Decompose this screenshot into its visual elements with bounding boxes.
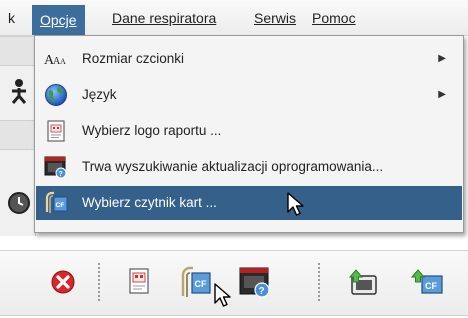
svg-text:?: ?	[59, 171, 63, 178]
menu-pomoc-label: Pomoc	[312, 10, 356, 26]
menu-item-card-reader-label: Wybierz czytnik kart ...	[82, 195, 217, 210]
software-update-icon: ?	[44, 156, 67, 179]
toolbar-separator	[318, 263, 320, 303]
background-toolbar-band	[0, 36, 36, 66]
menu-item-language-label: Język	[82, 87, 117, 102]
menu-item-card-reader[interactable]: CF Wybierz czytnik kart ...	[36, 186, 462, 220]
menu-item-font-size-label: Rozmiar czcionki	[82, 51, 185, 66]
menu-pomoc[interactable]: Pomoc	[304, 7, 364, 31]
upload-device-icon[interactable]	[346, 265, 380, 299]
opcje-dropdown-menu: A A A Rozmiar czcionki ▶ Język ▶ Wybierz…	[34, 35, 464, 233]
menu-dane-respiratora-label: Dane respiratora	[112, 10, 217, 26]
person-icon	[11, 79, 27, 104]
font-size-icon: A A A	[44, 53, 66, 68]
menu-item-font-size[interactable]: A A A Rozmiar czcionki ▶	[36, 42, 462, 76]
menu-opcje[interactable]: Opcje	[32, 5, 85, 35]
card-reader-icon: CF	[45, 191, 68, 213]
submenu-arrow-icon: ▶	[438, 53, 446, 64]
menu-opcje-label: Opcje	[40, 12, 77, 28]
submenu-arrow-icon: ▶	[438, 89, 446, 100]
menu-dane-respiratora[interactable]: Dane respiratora	[104, 7, 224, 31]
report-logo-icon	[47, 120, 65, 142]
svg-text:CF: CF	[195, 279, 207, 289]
background-toolbar-band	[0, 120, 36, 150]
mouse-pointer-icon	[287, 192, 304, 216]
svg-text:CF: CF	[56, 202, 65, 209]
toolbar-separator	[98, 263, 100, 303]
software-update-icon[interactable]: ?	[238, 265, 272, 299]
svg-text:A: A	[60, 57, 66, 66]
svg-text:CF: CF	[425, 281, 437, 291]
menu-item-partial[interactable]: k	[0, 7, 23, 31]
menu-item-report-logo-label: Wybierz logo raportu ...	[82, 123, 222, 138]
mouse-pointer-icon	[214, 283, 231, 307]
menu-bar: k Opcje Dane respiratora Serwis Pomoc	[0, 0, 468, 36]
menu-item-report-logo[interactable]: Wybierz logo raportu ...	[36, 114, 462, 148]
menu-serwis-label: Serwis	[254, 10, 297, 26]
main-toolbar: CF ? CF	[0, 250, 468, 316]
report-logo-icon[interactable]	[122, 265, 156, 299]
menu-item-software-update-label: Trwa wyszukiwanie aktualizacji oprogramo…	[82, 159, 384, 174]
card-reader-icon[interactable]: CF	[178, 265, 212, 299]
clock-icon	[8, 192, 30, 214]
menu-serwis[interactable]: Serwis	[246, 7, 304, 31]
upload-cf-card-icon[interactable]: CF	[410, 265, 444, 299]
close-red-icon[interactable]	[46, 265, 80, 299]
globe-icon	[45, 84, 67, 106]
menu-item-software-update[interactable]: ? Trwa wyszukiwanie aktualizacji oprogra…	[36, 150, 462, 184]
menu-item-language[interactable]: Język ▶	[36, 78, 462, 112]
svg-text:?: ?	[259, 286, 265, 297]
